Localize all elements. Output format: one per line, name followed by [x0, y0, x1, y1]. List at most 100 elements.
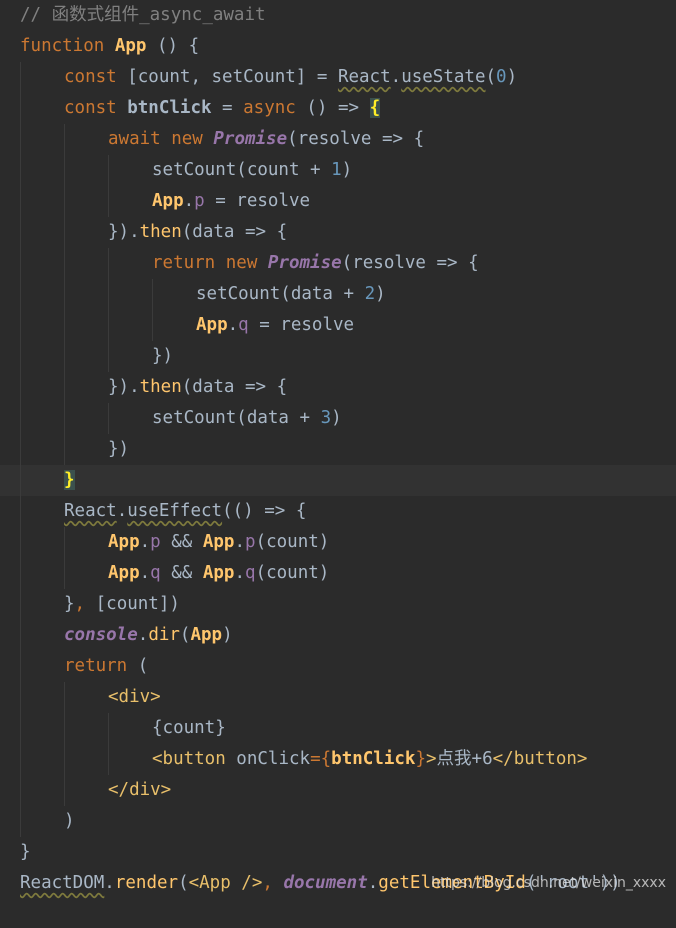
- indent-guide: [20, 806, 21, 837]
- indent-guide: [20, 527, 21, 558]
- indent-guide: [20, 682, 21, 713]
- punctuation: (count): [255, 563, 330, 583]
- code-line: <div>: [0, 682, 676, 713]
- punctuation: }).: [108, 377, 140, 397]
- punctuation: (count): [255, 532, 330, 552]
- indent-guide: [108, 713, 109, 744]
- identifier: App: [202, 532, 235, 552]
- indent-guide: [64, 434, 65, 465]
- dependency-array: [count]): [85, 594, 180, 614]
- punctuation: (resolve => {: [287, 129, 425, 149]
- indent-guide: [64, 341, 65, 372]
- indent-guide: [108, 279, 109, 310]
- indent-guide: [64, 310, 65, 341]
- keyword: new: [160, 129, 203, 149]
- global-object: console: [64, 625, 138, 645]
- code-line: {count}: [0, 713, 676, 744]
- indent-guide: [20, 465, 21, 496]
- punctuation: .: [104, 873, 115, 893]
- code-line: console.dir(App): [0, 620, 676, 651]
- indent-guide: [64, 744, 65, 775]
- keyword: const: [64, 67, 117, 87]
- indent-guide: [20, 372, 21, 403]
- jsx-attribute: onClick: [225, 749, 311, 769]
- matched-brace: }: [64, 470, 75, 490]
- punctuation: .: [183, 191, 195, 211]
- identifier: btnClick: [331, 749, 416, 769]
- comment: // 函数式组件_async_await: [20, 5, 266, 25]
- indent-guide: [20, 248, 21, 279]
- method-name: then: [139, 377, 182, 397]
- indent-guide: [108, 248, 109, 279]
- jsx-tag: <App />: [188, 873, 263, 893]
- indent-guide: [64, 775, 65, 806]
- global-object: document: [283, 873, 368, 893]
- code-line: setCount(data + 2): [0, 279, 676, 310]
- punctuation: .: [139, 532, 151, 552]
- punctuation: () {: [146, 36, 200, 56]
- indent-guide: [20, 434, 21, 465]
- punctuation: }): [108, 439, 130, 459]
- identifier: App: [196, 315, 228, 335]
- call-expression: setCount(data +: [196, 284, 365, 304]
- property: q: [238, 315, 249, 335]
- indent-guide: [64, 527, 65, 558]
- indent-guide: [108, 155, 109, 186]
- code-line: }): [0, 434, 676, 465]
- indent-guide: [20, 558, 21, 589]
- keyword: await: [108, 129, 161, 149]
- indent-guide: [64, 217, 65, 248]
- jsx-tag: <button: [152, 749, 226, 769]
- punctuation: ,: [262, 873, 284, 893]
- punctuation: (resolve => {: [341, 253, 479, 273]
- indent-guide: [20, 589, 21, 620]
- punctuation: (: [127, 656, 149, 676]
- indent-guide: [20, 310, 21, 341]
- identifier: [count, setCount] =: [116, 67, 338, 87]
- indent-guide: [20, 713, 21, 744]
- jsx-tag: </div>: [108, 780, 172, 800]
- punctuation: }: [64, 594, 75, 614]
- indent-guide: [64, 403, 65, 434]
- indent-guide: [20, 217, 21, 248]
- method-name: then: [139, 222, 182, 242]
- jsx-tag: >: [426, 749, 437, 769]
- punctuation: .: [137, 625, 149, 645]
- indent-guide: [152, 310, 153, 341]
- punctuation: }: [20, 842, 31, 862]
- property: q: [245, 563, 256, 583]
- code-editor[interactable]: // 函数式组件_async_await function App () { c…: [0, 0, 676, 901]
- indent-guide: [20, 496, 21, 527]
- property: p: [194, 191, 205, 211]
- identifier: React: [337, 67, 391, 87]
- punctuation: .: [234, 563, 246, 583]
- indent-guide: [20, 124, 21, 155]
- punctuation: }): [152, 346, 174, 366]
- watermark: https://blog.csdn.net/weixin_xxxx: [431, 875, 666, 891]
- call-expression: setCount(count +: [152, 160, 332, 180]
- identifier: App: [202, 563, 235, 583]
- number: 2: [364, 284, 376, 304]
- number: 1: [331, 160, 342, 180]
- punctuation: () =>: [295, 98, 370, 118]
- code-line: await new Promise(resolve => {: [0, 124, 676, 155]
- indent-guide: [20, 62, 21, 93]
- indent-guide: [64, 248, 65, 279]
- code-line: ): [0, 806, 676, 837]
- identifier: App: [108, 563, 140, 583]
- keyword: new: [215, 253, 258, 273]
- punctuation: .: [139, 563, 151, 583]
- code-line: App.p && App.p(count): [0, 527, 676, 558]
- indent-guide: [20, 341, 21, 372]
- indent-guide: [108, 744, 109, 775]
- property: p: [150, 532, 161, 552]
- indent-guide: [20, 186, 21, 217]
- method-name: render: [114, 873, 179, 893]
- keyword: return: [64, 656, 128, 676]
- indent-guide: [20, 744, 21, 775]
- indent-guide: [108, 341, 109, 372]
- punctuation: ): [506, 67, 518, 87]
- code-line: }).then(data => {: [0, 372, 676, 403]
- operator: &&: [160, 532, 203, 552]
- assignment: = resolve: [204, 191, 311, 211]
